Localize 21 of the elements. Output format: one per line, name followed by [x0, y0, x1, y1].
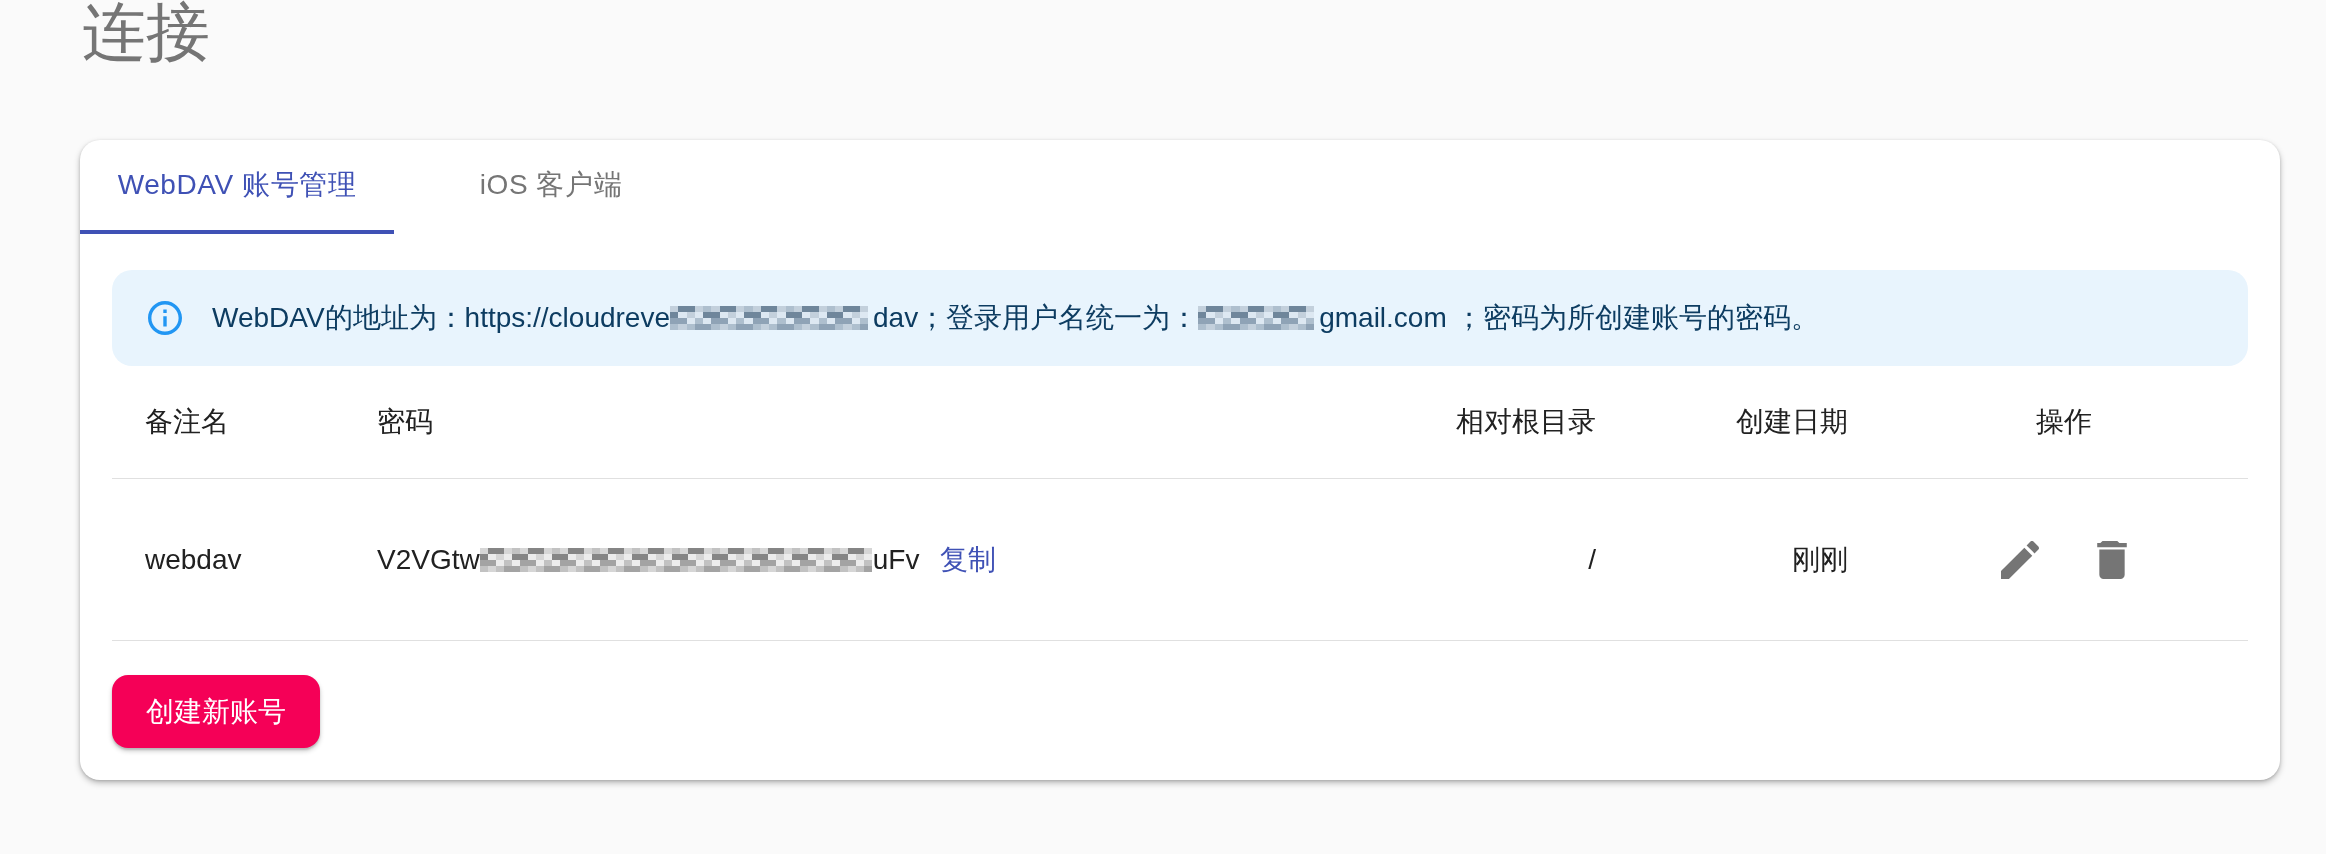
- create-account-button[interactable]: 创建新账号: [112, 675, 320, 748]
- password-text: V2VGtw: [377, 542, 480, 577]
- copy-link[interactable]: 复制: [940, 538, 997, 581]
- column-header: 密码: [377, 406, 433, 437]
- info-text: dav；登录用户名统一为：: [873, 301, 1199, 335]
- table-cell: /: [1588, 543, 1596, 575]
- tab[interactable]: WebDAV 账号管理: [80, 140, 394, 234]
- table-cell: webdav: [145, 543, 242, 575]
- column-header: 相对根目录: [1456, 406, 1596, 437]
- info-text: WebDAV的地址为：https://cloudreve: [212, 301, 670, 335]
- column-header: 创建日期: [1736, 406, 1848, 437]
- column-header: 操作: [2036, 406, 2092, 437]
- pencil-icon: [2001, 540, 2039, 579]
- info-icon: [148, 301, 182, 335]
- column-header: 备注名: [145, 406, 229, 437]
- tab[interactable]: iOS 客户端: [394, 140, 708, 234]
- page-title: 连接: [82, 0, 210, 64]
- info-text: gmail.com ；密码为所创建账号的密码。: [1319, 301, 1819, 335]
- table-cell: 刚刚: [1792, 543, 1848, 575]
- trash-icon: [2097, 540, 2127, 579]
- password-text: uFv: [872, 542, 920, 577]
